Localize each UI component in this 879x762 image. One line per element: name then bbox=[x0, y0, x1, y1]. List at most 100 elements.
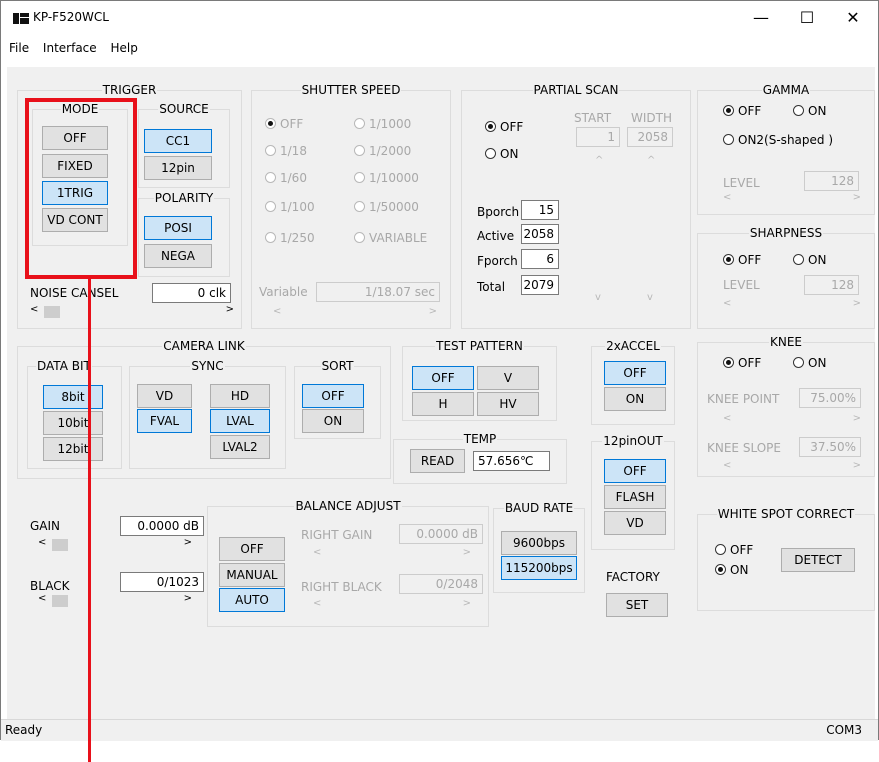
slider-thumb[interactable] bbox=[44, 306, 60, 318]
menu-file[interactable]: File bbox=[9, 41, 29, 55]
radio-icon bbox=[723, 134, 734, 145]
sharpness-off-radio[interactable]: OFF bbox=[723, 253, 761, 267]
test-off-button[interactable]: OFF bbox=[412, 366, 474, 390]
data-bit-8-button[interactable]: 8bit bbox=[43, 385, 103, 409]
test-hv-button[interactable]: HV bbox=[477, 392, 539, 416]
data-bit-title: DATA BIT bbox=[37, 359, 91, 373]
right-arrow-icon[interactable]: > bbox=[184, 537, 192, 548]
pinout-off-button[interactable]: OFF bbox=[604, 459, 666, 483]
accel-off-button[interactable]: OFF bbox=[604, 361, 666, 385]
balance-off-button[interactable]: OFF bbox=[219, 537, 285, 561]
menu-help[interactable]: Help bbox=[110, 41, 137, 55]
gain-slider[interactable]: < > bbox=[38, 537, 192, 553]
partial-on-radio[interactable]: ON bbox=[485, 147, 518, 161]
left-arrow-icon[interactable]: < bbox=[313, 547, 321, 558]
data-bit-12-button[interactable]: 12bit bbox=[43, 437, 103, 461]
sync-hd-button[interactable]: HD bbox=[210, 384, 270, 408]
shutter-1-2000-radio[interactable]: 1/2000 bbox=[354, 144, 411, 158]
baud-115200-button[interactable]: 115200bps bbox=[501, 556, 577, 580]
right-gain-slider[interactable]: < > bbox=[313, 547, 471, 563]
shutter-1-60-radio[interactable]: 1/60 bbox=[265, 171, 307, 185]
left-arrow-icon[interactable]: < bbox=[723, 192, 731, 203]
shutter-off-radio[interactable]: OFF bbox=[265, 117, 303, 131]
right-arrow-icon[interactable]: > bbox=[429, 306, 437, 317]
polarity-nega-button[interactable]: NEGA bbox=[144, 244, 212, 268]
factory-set-button[interactable]: SET bbox=[606, 593, 668, 617]
white-spot-on-radio[interactable]: ON bbox=[715, 563, 748, 577]
sharpness-on-radio[interactable]: ON bbox=[793, 253, 826, 267]
data-bit-10-button[interactable]: 10bit bbox=[43, 411, 103, 435]
partial-off-radio[interactable]: OFF bbox=[485, 120, 523, 134]
gamma-level-slider[interactable]: < > bbox=[723, 192, 861, 208]
shutter-1-10000-radio[interactable]: 1/10000 bbox=[354, 171, 419, 185]
shutter-1-250-radio[interactable]: 1/250 bbox=[265, 231, 315, 245]
sync-vd-button[interactable]: VD bbox=[137, 384, 192, 408]
accel-on-button[interactable]: ON bbox=[604, 387, 666, 411]
knee-off-radio[interactable]: OFF bbox=[723, 356, 761, 370]
slider-thumb[interactable] bbox=[52, 539, 68, 551]
right-arrow-icon[interactable]: > bbox=[226, 304, 234, 315]
pinout-vd-button[interactable]: VD bbox=[604, 511, 666, 535]
right-black-slider[interactable]: < > bbox=[313, 598, 471, 614]
minimize-button[interactable]: — bbox=[738, 5, 784, 31]
sort-on-button[interactable]: ON bbox=[302, 409, 364, 433]
pinout-flash-button[interactable]: FLASH bbox=[604, 485, 666, 509]
gamma-on-radio[interactable]: ON bbox=[793, 104, 826, 118]
right-arrow-icon[interactable]: > bbox=[853, 460, 861, 471]
right-arrow-icon[interactable]: > bbox=[853, 192, 861, 203]
camera-link-title: CAMERA LINK bbox=[163, 339, 245, 353]
left-arrow-icon[interactable]: < bbox=[313, 598, 321, 609]
right-arrow-icon[interactable]: > bbox=[184, 593, 192, 604]
knee-point-slider[interactable]: < > bbox=[723, 413, 861, 429]
width-vertical-scrollbar[interactable]: ^ v bbox=[644, 155, 660, 303]
source-12pin-button[interactable]: 12pin bbox=[144, 156, 212, 180]
close-button[interactable]: ✕ bbox=[830, 5, 876, 31]
sync-lval-button[interactable]: LVAL bbox=[210, 409, 270, 433]
left-arrow-icon[interactable]: < bbox=[723, 460, 731, 471]
left-arrow-icon[interactable]: < bbox=[723, 298, 731, 309]
balance-auto-button[interactable]: AUTO bbox=[219, 588, 285, 612]
sync-fval-button[interactable]: FVAL bbox=[137, 409, 192, 433]
down-arrow-icon[interactable]: v bbox=[647, 292, 653, 303]
sort-off-button[interactable]: OFF bbox=[302, 384, 364, 408]
detect-button[interactable]: DETECT bbox=[781, 548, 855, 572]
source-cc1-button[interactable]: CC1 bbox=[144, 129, 212, 153]
sync-lval2-button[interactable]: LVAL2 bbox=[210, 435, 270, 459]
slider-thumb[interactable] bbox=[52, 595, 68, 607]
left-arrow-icon[interactable]: < bbox=[38, 593, 46, 604]
left-arrow-icon[interactable]: < bbox=[30, 304, 38, 315]
shutter-variable-radio[interactable]: VARIABLE bbox=[354, 231, 427, 245]
test-h-button[interactable]: H bbox=[412, 392, 474, 416]
test-v-button[interactable]: V bbox=[477, 366, 539, 390]
gamma-off-radio[interactable]: OFF bbox=[723, 104, 761, 118]
left-arrow-icon[interactable]: < bbox=[723, 413, 731, 424]
up-arrow-icon[interactable]: ^ bbox=[647, 155, 655, 166]
gamma-on2-radio[interactable]: ON2(S-shaped ) bbox=[723, 133, 833, 147]
right-arrow-icon[interactable]: > bbox=[853, 298, 861, 309]
start-vertical-scrollbar[interactable]: ^ v bbox=[592, 155, 608, 303]
left-arrow-icon[interactable]: < bbox=[38, 537, 46, 548]
up-arrow-icon[interactable]: ^ bbox=[595, 155, 603, 166]
right-arrow-icon[interactable]: > bbox=[463, 547, 471, 558]
polarity-posi-button[interactable]: POSI bbox=[144, 216, 212, 240]
balance-manual-button[interactable]: MANUAL bbox=[219, 563, 285, 587]
right-arrow-icon[interactable]: > bbox=[463, 598, 471, 609]
white-spot-off-radio[interactable]: OFF bbox=[715, 543, 753, 557]
shutter-1-1000-radio[interactable]: 1/1000 bbox=[354, 117, 411, 131]
knee-on-radio[interactable]: ON bbox=[793, 356, 826, 370]
shutter-1-100-radio[interactable]: 1/100 bbox=[265, 200, 315, 214]
noise-cancel-slider[interactable]: < > bbox=[30, 304, 234, 320]
knee-slope-slider[interactable]: < > bbox=[723, 460, 861, 476]
black-slider[interactable]: < > bbox=[38, 593, 192, 609]
sharpness-level-slider[interactable]: < > bbox=[723, 298, 861, 314]
temp-read-button[interactable]: READ bbox=[410, 449, 465, 473]
right-arrow-icon[interactable]: > bbox=[853, 413, 861, 424]
variable-slider[interactable]: < > bbox=[273, 306, 437, 322]
down-arrow-icon[interactable]: v bbox=[595, 292, 601, 303]
maximize-button[interactable]: ☐ bbox=[784, 5, 830, 31]
shutter-1-50000-radio[interactable]: 1/50000 bbox=[354, 200, 419, 214]
shutter-1-18-radio[interactable]: 1/18 bbox=[265, 144, 307, 158]
menu-interface[interactable]: Interface bbox=[43, 41, 97, 55]
baud-9600-button[interactable]: 9600bps bbox=[501, 531, 577, 555]
left-arrow-icon[interactable]: < bbox=[273, 306, 281, 317]
